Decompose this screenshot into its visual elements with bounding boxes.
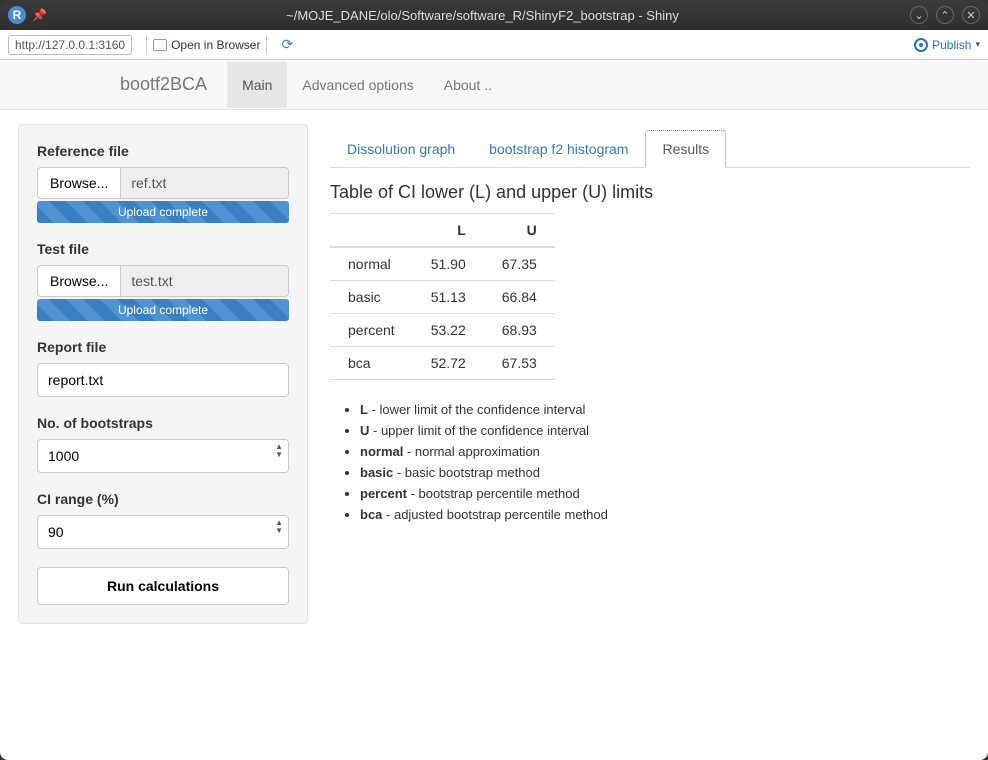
bootstraps-step-down[interactable]: ▼ [275, 451, 283, 459]
test-filename: test.txt [120, 265, 289, 297]
tabset: Dissolution graph bootstrap f2 histogram… [330, 130, 970, 168]
col-header-l: L [413, 214, 484, 248]
row-u: 66.84 [484, 281, 555, 314]
results-table: L U normal51.9067.35basic51.1366.84perce… [330, 213, 555, 380]
pin-icon[interactable]: 📌 [32, 8, 47, 22]
row-l: 52.72 [413, 347, 484, 380]
legend-item: L - lower limit of the confidence interv… [360, 402, 970, 417]
ci-step-down[interactable]: ▼ [275, 527, 283, 535]
reference-file-label: Reference file [37, 143, 289, 159]
publish-label: Publish [932, 38, 971, 52]
test-browse-button[interactable]: Browse... [37, 265, 120, 297]
ci-range-label: CI range (%) [37, 491, 289, 507]
chevron-down-icon: ▾ [975, 39, 980, 50]
publish-icon [914, 38, 928, 52]
legend-item: percent - bootstrap percentile method [360, 486, 970, 501]
col-header-u: U [484, 214, 555, 248]
legend-item: basic - basic bootstrap method [360, 465, 970, 480]
legend-item: normal - normal approximation [360, 444, 970, 459]
legend-item: U - upper limit of the confidence interv… [360, 423, 970, 438]
table-row: percent53.2268.93 [330, 314, 555, 347]
publish-button[interactable]: Publish ▾ [914, 38, 980, 52]
run-calculations-button[interactable]: Run calculations [37, 567, 289, 605]
row-u: 67.35 [484, 247, 555, 281]
test-file-label: Test file [37, 241, 289, 257]
close-button[interactable]: ✕ [962, 6, 980, 24]
results-title: Table of CI lower (L) and upper (U) limi… [330, 182, 970, 203]
tab-dissolution-graph[interactable]: Dissolution graph [330, 130, 472, 168]
row-l: 51.13 [413, 281, 484, 314]
row-l: 51.90 [413, 247, 484, 281]
row-name: normal [330, 247, 413, 281]
app-toolbar: http://127.0.0.1:3160 Open in Browser ⟳ … [0, 30, 988, 60]
toolbar-separator [266, 36, 267, 54]
rstudio-icon: R [8, 6, 26, 24]
bootstraps-group: No. of bootstraps ▲ ▼ [37, 415, 289, 473]
window-title: ~/MOJE_DANE/olo/Software/software_R/Shin… [55, 8, 910, 23]
ci-range-input[interactable] [37, 515, 289, 549]
window-titlebar: R 📌 ~/MOJE_DANE/olo/Software/software_R/… [0, 0, 988, 30]
open-in-browser-button[interactable]: Open in Browser [153, 38, 260, 52]
bootstraps-input[interactable] [37, 439, 289, 473]
navbar: bootf2BCA Main Advanced options About .. [0, 60, 988, 110]
legend-item: bca - adjusted bootstrap percentile meth… [360, 507, 970, 522]
refresh-button[interactable]: ⟳ [281, 36, 293, 53]
app-brand: bootf2BCA [120, 74, 207, 95]
col-header-empty [330, 214, 413, 248]
report-file-input[interactable] [37, 363, 289, 397]
row-u: 67.53 [484, 347, 555, 380]
results-legend: L - lower limit of the confidence interv… [330, 402, 970, 522]
row-name: bca [330, 347, 413, 380]
table-row: bca52.7267.53 [330, 347, 555, 380]
bootstraps-label: No. of bootstraps [37, 415, 289, 431]
reference-filename: ref.txt [120, 167, 289, 199]
row-name: percent [330, 314, 413, 347]
reference-upload-progress: Upload complete [37, 201, 289, 223]
minimize-button[interactable]: ⌄ [910, 6, 928, 24]
nav-about[interactable]: About .. [429, 62, 507, 108]
toolbar-separator [146, 36, 147, 54]
maximize-button[interactable]: ⌃ [936, 6, 954, 24]
tab-results[interactable]: Results [645, 130, 726, 168]
open-in-browser-label: Open in Browser [171, 38, 260, 52]
test-file-group: Test file Browse... test.txt Upload comp… [37, 241, 289, 321]
reference-file-group: Reference file Browse... ref.txt Upload … [37, 143, 289, 223]
table-row: normal51.9067.35 [330, 247, 555, 281]
row-u: 68.93 [484, 314, 555, 347]
ci-range-group: CI range (%) ▲ ▼ [37, 491, 289, 549]
row-name: basic [330, 281, 413, 314]
tab-bootstrap-histogram[interactable]: bootstrap f2 histogram [472, 130, 645, 168]
report-file-group: Report file [37, 339, 289, 397]
test-upload-progress: Upload complete [37, 299, 289, 321]
report-file-label: Report file [37, 339, 289, 355]
nav-advanced-options[interactable]: Advanced options [287, 62, 428, 108]
sidebar: Reference file Browse... ref.txt Upload … [18, 124, 308, 624]
reference-browse-button[interactable]: Browse... [37, 167, 120, 199]
main-panel: Dissolution graph bootstrap f2 histogram… [330, 124, 970, 624]
table-row: basic51.1366.84 [330, 281, 555, 314]
address-box[interactable]: http://127.0.0.1:3160 [8, 35, 132, 55]
nav-main[interactable]: Main [227, 62, 287, 108]
browser-icon [153, 39, 167, 51]
row-l: 53.22 [413, 314, 484, 347]
